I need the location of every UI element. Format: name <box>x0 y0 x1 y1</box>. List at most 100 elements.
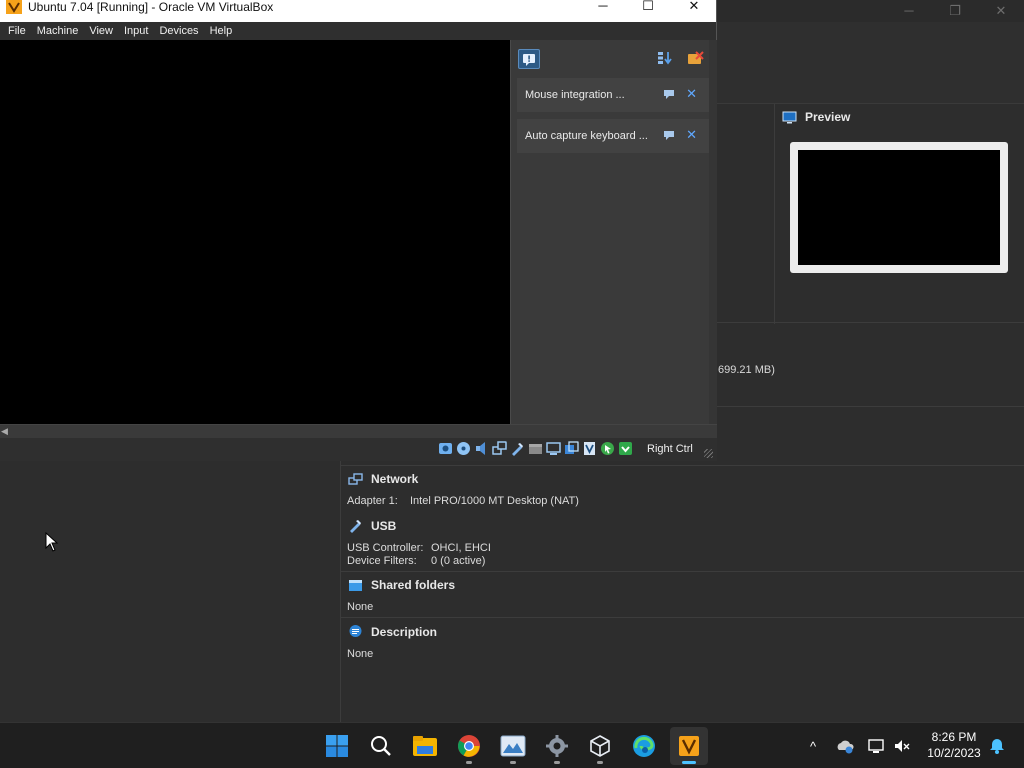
vm-menubar: File Machine View Input Devices Help <box>0 22 716 40</box>
divider <box>774 104 775 324</box>
chrome-icon <box>458 735 480 757</box>
divider <box>716 322 1024 323</box>
notification-mode-button[interactable] <box>518 49 540 69</box>
manager-minimize-button[interactable]: ─ <box>886 2 932 20</box>
onedrive-icon[interactable] <box>836 737 854 755</box>
vm-minimize-button[interactable]: ─ <box>580 0 626 14</box>
menu-input[interactable]: Input <box>120 22 152 40</box>
running-indicator <box>510 761 516 764</box>
tray-overflow-chevron[interactable]: ^ <box>804 737 822 755</box>
clock-date: 10/2/2023 <box>927 746 981 760</box>
close-icon[interactable]: ✕ <box>686 128 697 142</box>
exclamation-bubble-icon <box>523 53 535 66</box>
taskbar-settings[interactable] <box>538 727 576 765</box>
volume-muted-icon[interactable] <box>893 737 911 755</box>
clock-time: 8:26 PM <box>931 730 977 744</box>
usb-status-icon[interactable] <box>510 441 525 456</box>
description-header[interactable]: Description <box>348 624 1024 639</box>
speech-bubble-icon <box>349 625 362 637</box>
folder-icon <box>349 580 362 591</box>
network-icon <box>348 472 363 485</box>
display-status-icon[interactable] <box>546 441 561 456</box>
device-filters-value: 0 (0 active) <box>431 555 486 567</box>
network-tray-icon[interactable] <box>867 737 885 755</box>
vm-close-button[interactable]: ✕ <box>671 0 717 14</box>
menu-help[interactable]: Help <box>206 22 237 40</box>
shared-folders-value: None <box>347 601 374 613</box>
file-explorer-icon <box>413 736 437 756</box>
taskbar-photos[interactable] <box>494 727 532 765</box>
notification-toolbar <box>511 40 717 76</box>
taskbar-chrome[interactable] <box>450 727 488 765</box>
hard-disk-icon[interactable] <box>438 441 453 456</box>
menu-devices[interactable]: Devices <box>155 22 202 40</box>
search-icon <box>371 736 391 756</box>
shared-folders-section: Shared folders None <box>340 571 1024 617</box>
close-icon[interactable]: ✕ <box>686 87 697 101</box>
notification-item[interactable]: Auto capture keyboard ... ✕ <box>517 119 709 153</box>
usb-controller-value: OHCI, EHCI <box>431 542 491 554</box>
recording-status-icon[interactable] <box>564 441 579 456</box>
running-indicator <box>554 761 560 764</box>
audio-icon[interactable] <box>474 441 489 456</box>
menu-file[interactable]: File <box>4 22 30 40</box>
adapter-value: Intel PRO/1000 MT Desktop (NAT) <box>410 495 579 507</box>
preview-screen <box>798 150 1000 265</box>
taskbar-virtualbox-manager[interactable] <box>581 727 619 765</box>
network-header[interactable]: Network <box>348 472 1024 486</box>
manager-close-button[interactable]: ✕ <box>978 2 1024 20</box>
video-memory-text: 699.21 MB) <box>718 364 775 376</box>
vm-display[interactable] <box>0 40 510 424</box>
help-icon[interactable] <box>663 129 675 141</box>
network-section: Network Adapter 1: Intel PRO/1000 MT Des… <box>340 465 1024 512</box>
monitor-icon <box>782 111 797 123</box>
shared-folder-status-icon[interactable] <box>528 441 543 456</box>
usb-title: USB <box>371 518 397 533</box>
usb-header[interactable]: USB <box>348 518 1024 533</box>
optical-drive-icon[interactable] <box>456 441 471 456</box>
manager-maximize-button[interactable]: ❐ <box>932 2 978 20</box>
menu-machine[interactable]: Machine <box>33 22 83 40</box>
help-icon[interactable] <box>663 88 675 100</box>
active-indicator <box>682 761 696 764</box>
vm-statusbar: Right Ctrl <box>0 438 717 461</box>
preview-frame <box>790 142 1008 273</box>
vm-maximize-button[interactable]: ☐ <box>625 0 671 14</box>
status-icons <box>438 441 633 456</box>
edge-icon <box>633 735 655 757</box>
scroll-left-arrow-icon[interactable]: ◀ <box>1 426 8 437</box>
taskbar-vm-window[interactable] <box>670 727 708 765</box>
notification-scrollbar[interactable] <box>709 40 717 424</box>
taskbar-edge[interactable] <box>625 727 663 765</box>
taskbar-file-explorer[interactable] <box>406 727 444 765</box>
vm-titlebar[interactable]: Ubuntu 7.04 [Running] - Oracle VM Virtua… <box>0 0 716 22</box>
notification-center: Mouse integration ... ✕ Auto capture key… <box>510 40 717 424</box>
search-button[interactable] <box>362 727 400 765</box>
resize-grip[interactable] <box>704 449 713 458</box>
shared-folders-title: Shared folders <box>371 578 456 592</box>
notification-bell-icon[interactable] <box>988 737 1006 755</box>
notification-item[interactable]: Mouse integration ... ✕ <box>517 78 709 112</box>
mouse-integration-icon[interactable] <box>600 441 615 456</box>
clock[interactable]: 8:26 PM 10/2/2023 <box>918 729 990 761</box>
virtualization-icon[interactable] <box>582 441 597 456</box>
start-button[interactable] <box>318 727 356 765</box>
manager-titlebar: ─ ❐ ✕ <box>716 0 1024 22</box>
device-filters-label: Device Filters: <box>347 555 417 567</box>
menu-view[interactable]: View <box>85 22 117 40</box>
network-status-icon[interactable] <box>492 441 507 456</box>
running-indicator <box>597 761 603 764</box>
usb-icon <box>350 520 361 533</box>
cube-icon <box>590 735 610 757</box>
windows-logo-icon <box>326 735 348 757</box>
notification-text: Mouse integration ... <box>525 89 625 101</box>
horizontal-scrollbar[interactable]: ◀ <box>0 424 717 438</box>
description-title: Description <box>371 624 438 639</box>
preview-header: Preview <box>782 110 850 124</box>
device-filters-row: Device Filters: 0 (0 active) <box>347 555 1024 568</box>
keyboard-capture-icon[interactable] <box>618 441 633 456</box>
clear-all-icon[interactable] <box>687 51 704 66</box>
shared-folders-header[interactable]: Shared folders <box>348 578 1024 592</box>
sort-order-icon[interactable] <box>657 51 673 65</box>
preview-title: Preview <box>805 110 851 124</box>
